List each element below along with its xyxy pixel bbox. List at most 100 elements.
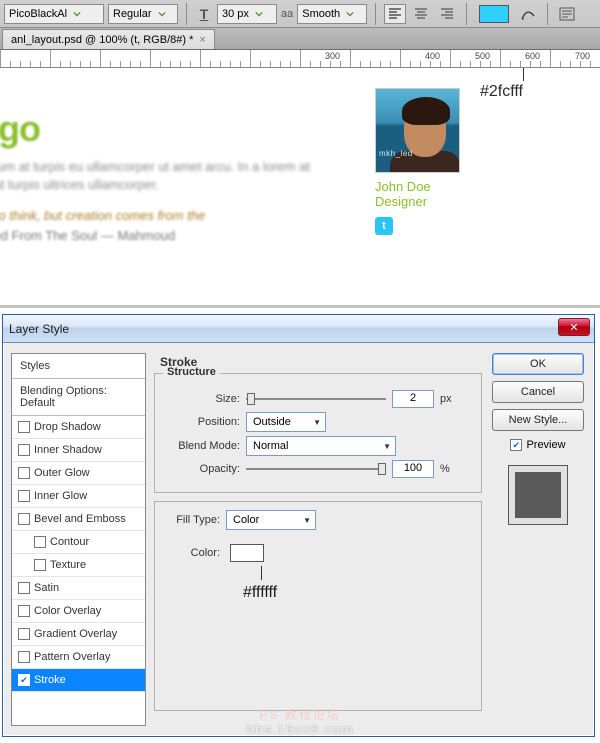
warp-text-button[interactable] [517, 6, 539, 22]
style-row-texture[interactable]: Texture [12, 554, 145, 577]
color-annotation: #2fcfff [480, 83, 523, 101]
styles-list: Styles Blending Options: Default Drop Sh… [11, 353, 146, 726]
ok-button[interactable]: OK [492, 353, 584, 375]
style-checkbox[interactable] [18, 605, 30, 617]
separator [375, 3, 376, 25]
annotation-line [523, 68, 524, 81]
opacity-slider[interactable] [246, 461, 386, 477]
style-row-outer-glow[interactable]: Outer Glow [12, 462, 145, 485]
twitter-icon[interactable]: t [375, 217, 393, 235]
style-label: Gradient Overlay [34, 628, 117, 640]
structure-fieldset: Structure Size: 2 px Position: Outside▼ … [154, 373, 482, 493]
blending-options-row[interactable]: Blending Options: Default [12, 379, 145, 416]
document-tab[interactable]: anl_layout.psd @ 100% (t, RGB/8#) * × [2, 29, 215, 49]
style-row-inner-glow[interactable]: Inner Glow [12, 485, 145, 508]
style-checkbox[interactable] [18, 421, 30, 433]
font-style-value: Regular [113, 8, 152, 20]
style-checkbox[interactable] [18, 467, 30, 479]
align-center-icon [414, 8, 428, 20]
chevron-down-icon: ▼ [313, 418, 321, 427]
styles-header[interactable]: Styles [12, 354, 145, 379]
profile-name: John Doe [375, 179, 475, 194]
position-label: Position: [165, 416, 240, 428]
style-checkbox[interactable] [34, 536, 46, 548]
blend-mode-dropdown[interactable]: Normal▼ [246, 436, 396, 456]
style-checkbox[interactable] [18, 490, 30, 502]
style-checkbox[interactable] [34, 559, 46, 571]
quote-text: solo only to think, but creation comes f… [0, 208, 320, 223]
chevron-down-icon [253, 8, 265, 20]
chevron-down-icon: ▼ [383, 442, 391, 451]
align-right-button[interactable] [436, 4, 458, 24]
align-left-button[interactable] [384, 4, 406, 24]
close-icon: ✕ [569, 321, 578, 334]
layer-style-dialog: Layer Style ✕ Styles Blending Options: D… [2, 314, 595, 737]
close-tab-icon[interactable]: × [199, 34, 205, 46]
dialog-title: Layer Style [9, 322, 69, 336]
chevron-down-icon [156, 8, 168, 20]
dialog-body: Styles Blending Options: Default Drop Sh… [3, 343, 594, 736]
opacity-input[interactable]: 100 [392, 460, 434, 478]
style-row-contour[interactable]: Contour [12, 531, 145, 554]
style-checkbox[interactable] [18, 444, 30, 456]
cancel-button[interactable]: Cancel [492, 381, 584, 403]
style-label: Bevel and Emboss [34, 513, 126, 525]
dialog-close-button[interactable]: ✕ [558, 318, 590, 336]
style-row-gradient-overlay[interactable]: Gradient Overlay [12, 623, 145, 646]
separator [186, 3, 187, 25]
preview-label: Preview [526, 439, 565, 451]
opacity-label: Opacity: [165, 463, 240, 475]
style-label: Inner Shadow [34, 444, 102, 456]
style-row-stroke[interactable]: ✔ Stroke [12, 669, 145, 692]
new-style-button[interactable]: New Style... [492, 409, 584, 431]
anti-alias-dropdown[interactable]: Smooth [297, 4, 367, 24]
position-dropdown[interactable]: Outside▼ [246, 412, 326, 432]
size-slider[interactable] [246, 391, 386, 407]
preview-checkbox[interactable]: ✔ [510, 439, 522, 451]
body-paragraph: Lorem ipsum at turpis eu ullamcorper ut … [0, 158, 320, 194]
style-label: Texture [50, 559, 86, 571]
document-tab-bar: anl_layout.psd @ 100% (t, RGB/8#) * × [0, 28, 600, 50]
style-checkbox[interactable] [18, 582, 30, 594]
dialog-titlebar[interactable]: Layer Style ✕ [3, 315, 594, 343]
align-right-icon [440, 8, 454, 20]
logo-text: e logo [0, 108, 40, 150]
type-size-icon: T [195, 6, 213, 22]
options-bar: PicoBlackAl Regular T 30 px aa Smooth [0, 0, 600, 28]
style-checkbox[interactable]: ✔ [18, 674, 30, 686]
style-row-satin[interactable]: Satin [12, 577, 145, 600]
style-checkbox[interactable] [18, 628, 30, 640]
fill-type-label: Fill Type: [165, 514, 220, 526]
style-label: Color Overlay [34, 605, 101, 617]
style-checkbox[interactable] [18, 651, 30, 663]
stroke-color-swatch[interactable] [230, 544, 264, 562]
preview-checkbox-row[interactable]: ✔ Preview [510, 439, 565, 451]
style-label: Contour [50, 536, 89, 548]
style-row-drop-shadow[interactable]: Drop Shadow [12, 416, 145, 439]
horizontal-ruler: 300400500600700 [0, 50, 600, 68]
annotation-line [261, 566, 262, 580]
style-label: Outer Glow [34, 467, 90, 479]
style-label: Stroke [34, 674, 66, 686]
text-color-swatch[interactable] [479, 5, 509, 23]
align-center-button[interactable] [410, 4, 432, 24]
font-size-dropdown[interactable]: 30 px [217, 4, 277, 24]
style-checkbox[interactable] [18, 513, 30, 525]
size-input[interactable]: 2 [392, 390, 434, 408]
paragraph-panel-button[interactable] [556, 4, 578, 24]
style-label: Drop Shadow [34, 421, 101, 433]
style-row-inner-shadow[interactable]: Inner Shadow [12, 439, 145, 462]
opacity-unit: % [440, 463, 450, 475]
font-style-dropdown[interactable]: Regular [108, 4, 178, 24]
style-row-color-overlay[interactable]: Color Overlay [12, 600, 145, 623]
separator [466, 3, 467, 25]
size-unit: px [440, 393, 452, 405]
style-label: Satin [34, 582, 59, 594]
font-family-dropdown[interactable]: PicoBlackAl [4, 4, 104, 24]
anti-alias-value: Smooth [302, 8, 340, 20]
fill-type-dropdown[interactable]: Color▼ [226, 510, 316, 530]
style-row-bevel-and-emboss[interactable]: Bevel and Emboss [12, 508, 145, 531]
document-canvas[interactable]: e logo Lorem ipsum at turpis eu ullamcor… [0, 68, 600, 308]
font-family-value: PicoBlackAl [9, 8, 67, 20]
style-row-pattern-overlay[interactable]: Pattern Overlay [12, 646, 145, 669]
